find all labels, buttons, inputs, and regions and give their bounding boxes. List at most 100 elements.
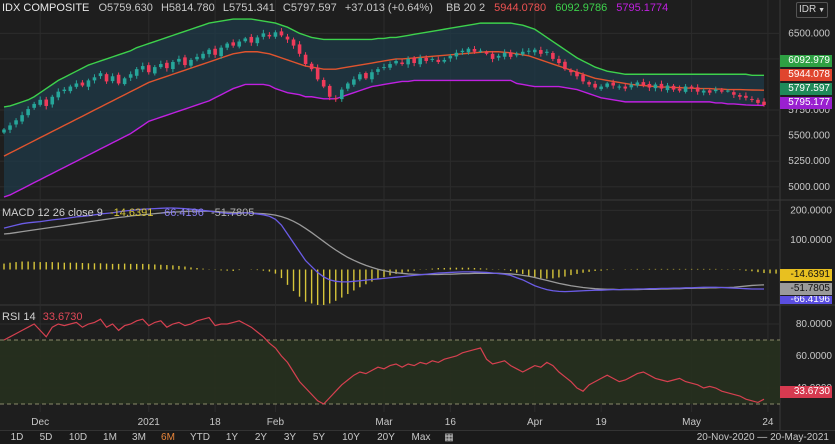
rsi-header: RSI 14 33.6730 (2, 311, 82, 323)
bb-upper-value: 5944.0780 (494, 2, 547, 14)
range-button-3m[interactable]: 3M (126, 432, 152, 444)
candle-body (261, 33, 266, 37)
candle-body (146, 65, 151, 73)
macd-label: MACD 12 26 close 9 (2, 207, 103, 219)
bb-lower-tag: 5795.177 (780, 97, 832, 109)
range-button-3y[interactable]: 3Y (277, 432, 303, 444)
macd-signal-tag: -51.7805 (780, 283, 832, 295)
rsi-tick-label: 80.0000 (796, 319, 833, 330)
candle-body (647, 83, 652, 88)
macd-panel (3, 207, 777, 305)
candle-body (333, 98, 338, 100)
candle-body (653, 84, 658, 89)
rsi-tag: 33.6730 (780, 386, 832, 398)
rsi-value: 33.6730 (42, 311, 83, 323)
candle-body (279, 31, 284, 36)
candle-body (659, 83, 664, 89)
time-tick-label: Feb (267, 417, 285, 428)
range-button-10d[interactable]: 10D (62, 432, 94, 444)
currency-label: IDR (798, 4, 817, 15)
range-toolbar: 1D 5D 10D 1M 3M 6M YTD 1Y 2Y 3Y 5Y 10Y 20Y Max ▦ 20-No… (0, 430, 835, 444)
candle-body (713, 89, 718, 92)
time-tick-label: 19 (596, 417, 608, 428)
macd-hist-value: -14.6391 (109, 207, 154, 219)
price-tick-label: 5000.000 (788, 182, 830, 193)
candle-body (20, 115, 24, 122)
candle-body (249, 36, 254, 43)
range-button-1y[interactable]: 1Y (219, 432, 245, 444)
candle-body (140, 66, 145, 70)
low-value: L5751.341 (222, 2, 275, 14)
bb-label: BB 20 2 (445, 2, 486, 14)
change-value: +37.013 (+0.64%) (344, 2, 433, 14)
bb-middle-tag: 5944.078 (780, 69, 832, 81)
range-button-1m[interactable]: 1M (97, 432, 123, 444)
candle-body (86, 80, 91, 87)
candle-body (201, 53, 205, 59)
price-tick-label: 5250.000 (788, 156, 830, 167)
candle-body (629, 84, 634, 88)
candle-body (183, 57, 187, 66)
price-header: IDX COMPOSITE O5759.630 H5814.780 L5751.… (2, 2, 668, 14)
candle-body (122, 78, 127, 85)
candle-body (744, 95, 748, 98)
range-button-6m[interactable]: 6M (155, 432, 181, 444)
candle-body (762, 101, 766, 105)
candle-body (665, 85, 670, 91)
date-range-label[interactable]: 20-Nov-2020 — 20-May-2021 (697, 432, 829, 444)
macd-tick-label: 200.0000 (790, 205, 832, 216)
candle-body (695, 87, 700, 92)
candle-body (442, 59, 447, 62)
rsi-panel (0, 316, 780, 405)
rsi-tick-label: 60.0000 (796, 351, 833, 362)
candle-body (134, 69, 139, 76)
candle-body (195, 56, 199, 60)
range-button-max[interactable]: Max (405, 432, 437, 444)
symbol-label: IDX COMPOSITE (2, 2, 90, 14)
candle-body (514, 53, 519, 56)
candle-body (213, 48, 217, 55)
range-button-ytd[interactable]: YTD (184, 432, 216, 444)
range-button-1d[interactable]: 1D (4, 432, 30, 444)
candle-body (297, 44, 302, 54)
candle-body (231, 42, 236, 46)
calendar-icon[interactable]: ▦ (442, 432, 456, 444)
range-button-10y[interactable]: 10Y (335, 432, 367, 444)
candle-body (237, 41, 242, 47)
candle-body (563, 61, 567, 70)
candle-body (599, 86, 603, 90)
candle-body (472, 48, 477, 52)
candle-body (484, 51, 489, 54)
range-button-5y[interactable]: 5Y (306, 432, 332, 444)
candle-body (26, 109, 30, 116)
candle-body (255, 37, 260, 44)
candle-body (376, 69, 380, 72)
candle-body (44, 99, 49, 106)
currency-selector[interactable]: IDR ▼ (796, 2, 828, 18)
candle-body (219, 47, 223, 57)
stock-chart[interactable]: 6500.0006250.0005750.0005500.0005250.000… (0, 0, 835, 443)
candle-body (74, 83, 79, 87)
time-tick-label: Dec (31, 417, 49, 428)
range-button-20y[interactable]: 20Y (370, 432, 402, 444)
time-tick-label: 2021 (138, 417, 161, 428)
candle-body (732, 92, 736, 95)
candle-body (412, 57, 416, 64)
candle-body (605, 83, 609, 87)
candle-body (726, 90, 730, 92)
macd-header: MACD 12 26 close 9 -14.6391 -66.4196 -51… (2, 207, 254, 219)
candle-body (8, 125, 12, 130)
range-button-2y[interactable]: 2Y (248, 432, 274, 444)
price-tick-label: 5500.000 (788, 131, 830, 142)
candle-body (394, 60, 398, 64)
candle-body (382, 67, 386, 69)
candle-body (569, 70, 573, 73)
candle-body (526, 50, 531, 52)
candle-body (14, 120, 18, 125)
candle-body (508, 52, 513, 57)
range-button-5d[interactable]: 5D (33, 432, 59, 444)
candle-body (520, 51, 525, 55)
candle-body (177, 58, 181, 62)
candle-body (454, 52, 459, 57)
candle-body (273, 32, 278, 37)
